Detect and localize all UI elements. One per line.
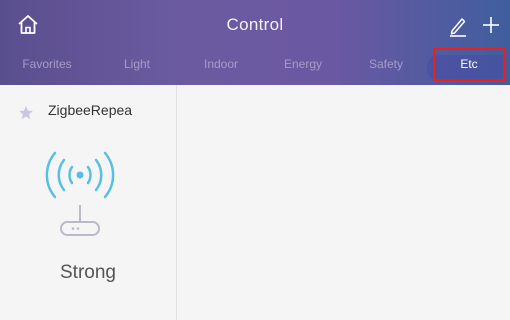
device-list: ZigbeeRepea Strong [0,85,177,320]
plus-icon[interactable] [480,13,502,37]
star-icon[interactable] [18,105,34,121]
category-tabs: Favorites Light Indoor Energy Safety Etc [0,48,510,85]
tab-indoor[interactable]: Indoor [180,48,262,85]
tab-favorites[interactable]: Favorites [6,48,88,85]
tab-light[interactable]: Light [96,48,178,85]
page-title: Control [226,15,284,34]
pencil-icon[interactable] [448,14,468,38]
tab-etc[interactable]: Etc [433,48,505,85]
tab-safety[interactable]: Safety [345,48,427,85]
wifi-router-icon [45,151,115,236]
content-area [177,85,510,320]
device-card[interactable]: ZigbeeRepea Strong [0,85,176,320]
tab-energy[interactable]: Energy [262,48,344,85]
device-name: ZigbeeRepea [48,102,133,118]
signal-status: Strong [60,262,116,283]
